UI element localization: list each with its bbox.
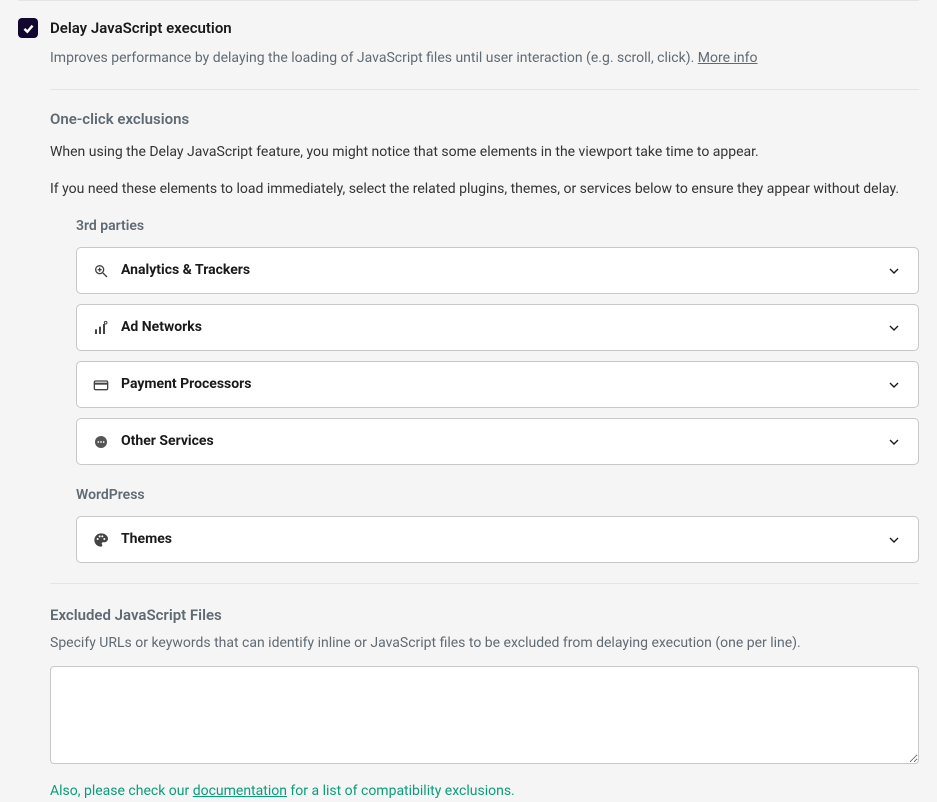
third-parties-label: 3rd parties [76, 216, 919, 237]
more-info-link[interactable]: More info [698, 50, 758, 66]
chevron-down-icon [886, 320, 902, 336]
accordion-themes[interactable]: Themes [76, 516, 919, 563]
ad-networks-icon [93, 320, 109, 336]
chevron-down-icon [886, 377, 902, 393]
delay-js-checkbox[interactable] [18, 18, 38, 38]
third-parties-group: 3rd parties Analytics & Trackers Ad Netw… [76, 216, 919, 465]
delay-js-option: Delay JavaScript execution [18, 17, 919, 40]
documentation-note: Also, please check our documentation for… [50, 781, 919, 802]
delay-js-label: Delay JavaScript execution [50, 17, 232, 40]
analytics-icon [93, 263, 109, 279]
section-divider [50, 89, 919, 90]
payment-icon [93, 377, 109, 393]
top-divider [18, 0, 919, 1]
wordpress-group: WordPress Themes [76, 485, 919, 563]
accordion-payment-processors[interactable]: Payment Processors [76, 361, 919, 408]
chevron-down-icon [886, 434, 902, 450]
accordion-label: Payment Processors [121, 374, 251, 395]
accordion-label: Ad Networks [121, 317, 202, 338]
exclusions-desc-2: If you need these elements to load immed… [50, 179, 919, 200]
accordion-label: Analytics & Trackers [121, 260, 250, 281]
check-icon [22, 22, 35, 35]
excluded-js-section: Excluded JavaScript Files Specify URLs o… [50, 604, 919, 802]
exclusions-desc-1: When using the Delay JavaScript feature,… [50, 142, 919, 163]
excluded-js-textarea[interactable] [50, 666, 919, 764]
wordpress-label: WordPress [76, 485, 919, 506]
accordion-ad-networks[interactable]: Ad Networks [76, 304, 919, 351]
accordion-label: Other Services [121, 431, 214, 452]
documentation-link[interactable]: documentation [193, 783, 287, 799]
settings-panel: Delay JavaScript execution Improves perf… [0, 0, 937, 802]
exclusions-section: One-click exclusions When using the Dela… [50, 108, 919, 201]
palette-icon [93, 532, 109, 548]
accordion-analytics-trackers[interactable]: Analytics & Trackers [76, 247, 919, 294]
excluded-desc: Specify URLs or keywords that can identi… [50, 633, 919, 654]
exclusions-title: One-click exclusions [50, 108, 919, 131]
divider [50, 583, 919, 584]
accordion-label: Themes [121, 529, 172, 550]
delay-js-description: Improves performance by delaying the loa… [50, 48, 919, 69]
excluded-title: Excluded JavaScript Files [50, 604, 919, 627]
ellipsis-icon [93, 434, 109, 450]
accordion-other-services[interactable]: Other Services [76, 418, 919, 465]
chevron-down-icon [886, 532, 902, 548]
chevron-down-icon [886, 263, 902, 279]
